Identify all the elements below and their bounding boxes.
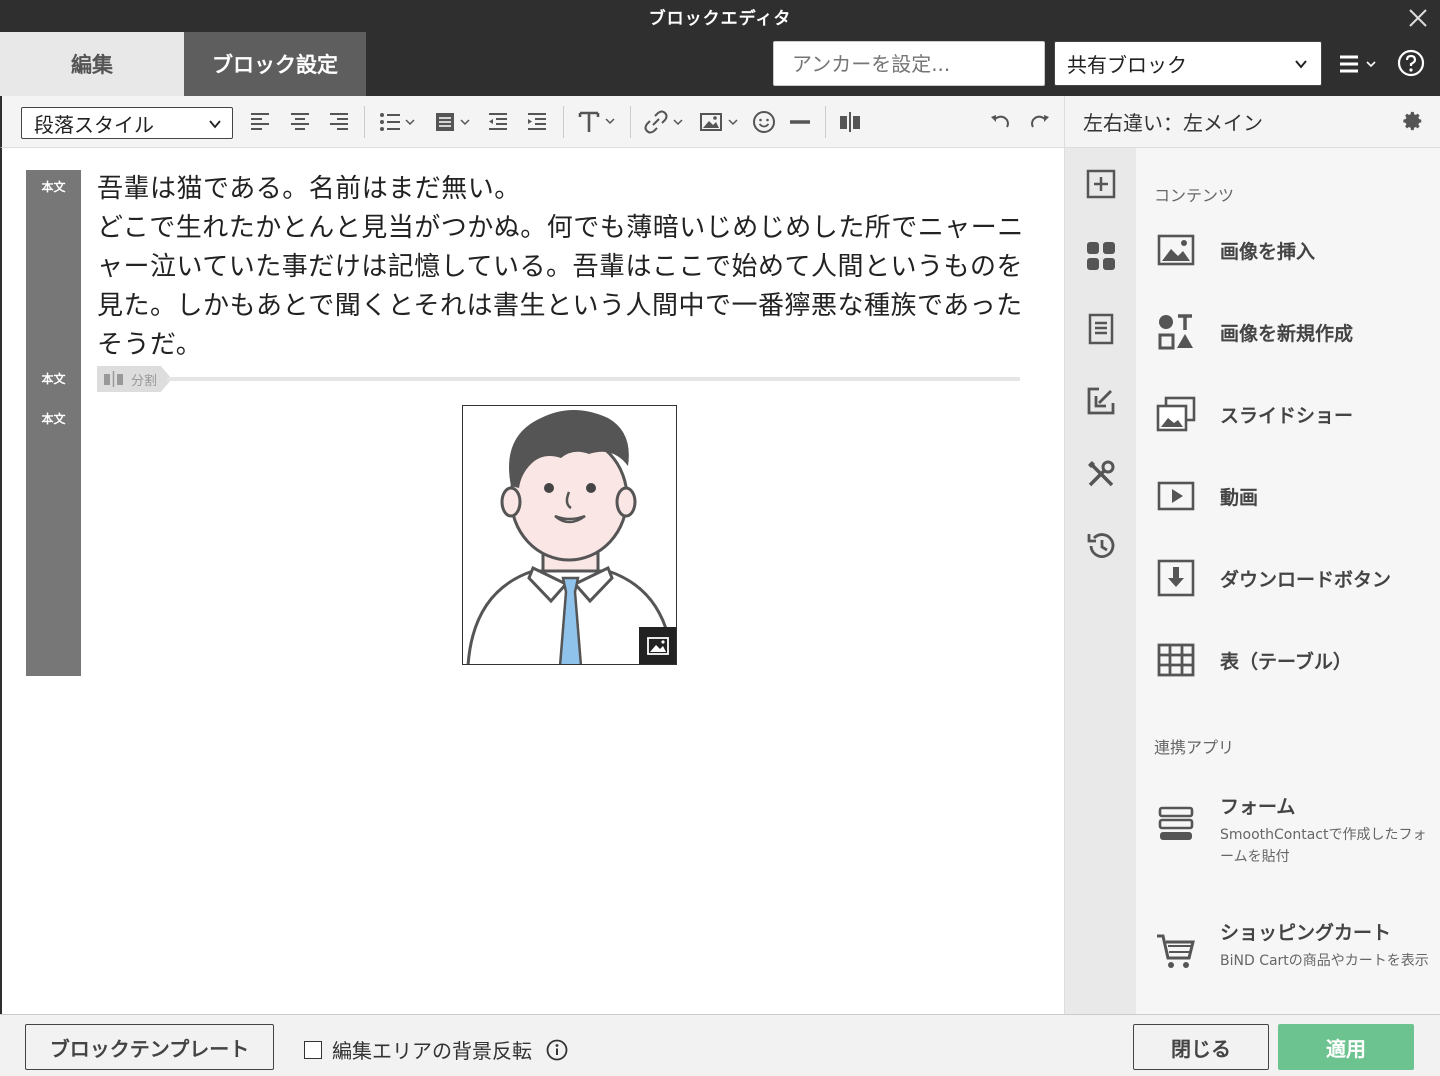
image-icon[interactable]: [699, 109, 741, 135]
paragraph-style-select[interactable]: 段落スタイル: [21, 107, 233, 139]
add-block-icon[interactable]: [1085, 168, 1117, 200]
align-center-icon[interactable]: [288, 109, 312, 135]
close-icon[interactable]: [1404, 4, 1432, 32]
invert-bg-label: 編集エリアの背景反転: [332, 1039, 532, 1063]
document-icon[interactable]: [1085, 313, 1117, 345]
align-left-icon[interactable]: [248, 109, 272, 135]
split-icon: [104, 371, 123, 387]
layout-title: 左右違い：左メイン: [1083, 111, 1263, 135]
menu-button[interactable]: [1338, 50, 1382, 78]
paragraph-line: どこで生れたかとんと見当がつかぬ。何でも薄暗いじめじめした所でニャーニャー泣いて…: [97, 213, 1024, 360]
split-divider-line: [167, 377, 1020, 381]
chevron-down-icon: [209, 120, 221, 129]
shared-block-select[interactable]: 共有ブロック: [1054, 41, 1322, 86]
slideshow-item[interactable]: スライドショー: [1156, 384, 1436, 444]
video-label: 動画: [1220, 486, 1259, 509]
video-item[interactable]: 動画: [1156, 466, 1436, 526]
gutter-label: 本文: [41, 180, 66, 194]
chevron-down-icon: [1366, 61, 1376, 68]
download-icon: [1157, 559, 1195, 597]
horizontal-rule-icon[interactable]: [788, 109, 812, 135]
gear-icon[interactable]: [1402, 110, 1424, 136]
tab-block-settings[interactable]: ブロック設定: [184, 32, 366, 96]
create-image-item[interactable]: 画像を新規作成: [1156, 302, 1436, 362]
help-icon[interactable]: [1396, 48, 1426, 78]
history-icon[interactable]: [1085, 530, 1117, 562]
split-label: 分割: [131, 373, 158, 389]
gutter-label: 本文: [41, 372, 66, 386]
editor-area[interactable]: 本文 本文 本文 吾輩は猫である。名前はまだ無い。 どこで生れたかとんと見当がつ…: [0, 148, 1064, 1014]
block-template-button[interactable]: ブロックテンプレート: [25, 1024, 274, 1070]
format-toolbar: 段落スタイル: [0, 96, 1064, 148]
split-divider-tag[interactable]: 分割: [97, 366, 172, 392]
form-description: SmoothContactで作成したフォームを貼付: [1220, 827, 1427, 865]
image-edit-icon[interactable]: [639, 627, 676, 664]
shopping-cart-label: ショッピングカート: [1220, 922, 1392, 944]
slideshow-icon: [1156, 396, 1196, 432]
text-style-icon[interactable]: [577, 109, 619, 135]
shopping-cart-description: BiND Cartの商品やカートを表示: [1220, 953, 1429, 969]
paragraph-text[interactable]: 吾輩は猫である。名前はまだ無い。 どこで生れたかとんと見当がつかぬ。何でも薄暗い…: [97, 170, 1042, 365]
anchor-input[interactable]: [773, 41, 1045, 86]
download-button-label: ダウンロードボタン: [1220, 568, 1392, 591]
editor-header: ブロックエディタ 編集 ブロック設定 共有ブロック: [0, 0, 1440, 96]
block-gutter: 本文 本文 本文: [26, 170, 81, 676]
download-button-item[interactable]: ダウンロードボタン: [1156, 548, 1436, 608]
table-label: 表（テーブル）: [1220, 650, 1352, 673]
slideshow-label: スライドショー: [1220, 404, 1354, 427]
parts-panel: コンテンツ 画像を挿入 画像を新規作成 スライドショー 動画 ダウンロードボタン…: [1136, 148, 1440, 1014]
indent-icon[interactable]: [525, 109, 549, 135]
undo-icon[interactable]: [988, 109, 1012, 135]
hamburger-icon: [1340, 55, 1358, 73]
gutter-label: 本文: [41, 412, 66, 426]
invert-bg-toggle[interactable]: 編集エリアの背景反転: [304, 1035, 568, 1064]
contents-section-title: コンテンツ: [1154, 186, 1235, 205]
close-button[interactable]: 閉じる: [1133, 1024, 1269, 1070]
insert-image-label: 画像を挿入: [1220, 240, 1316, 263]
parts-grid-icon[interactable]: [1085, 240, 1117, 272]
panel-header: 左右違い：左メイン: [1064, 96, 1440, 148]
form-icon: [1158, 806, 1194, 840]
create-image-label: 画像を新規作成: [1220, 322, 1354, 345]
emoji-icon[interactable]: [752, 109, 776, 135]
block-icon[interactable]: [434, 109, 474, 135]
table-icon: [1157, 643, 1195, 677]
apply-button[interactable]: 適用: [1278, 1024, 1414, 1070]
form-label: フォーム: [1220, 796, 1296, 818]
shapes-icon: [1158, 314, 1193, 350]
panel-icon-rail: [1064, 148, 1136, 1014]
shared-block-select-value: 共有ブロック: [1067, 53, 1187, 77]
list-icon[interactable]: [378, 109, 418, 135]
tab-edit[interactable]: 編集: [0, 32, 184, 96]
shopping-cart-item[interactable]: ショッピングカート BiND Cartの商品やカートを表示: [1156, 918, 1440, 1008]
link-icon[interactable]: [644, 109, 686, 135]
import-icon[interactable]: [1085, 385, 1117, 417]
paragraph-style-value: 段落スタイル: [34, 112, 154, 137]
redo-icon[interactable]: [1028, 109, 1052, 135]
table-item[interactable]: 表（テーブル）: [1156, 630, 1436, 690]
tools-icon[interactable]: [1085, 458, 1117, 490]
chevron-down-icon: [1295, 60, 1307, 69]
footer-bar: ブロックテンプレート 編集エリアの背景反転 閉じる 適用: [0, 1014, 1440, 1076]
align-right-icon[interactable]: [327, 109, 351, 135]
insert-image-item[interactable]: 画像を挿入: [1156, 220, 1436, 280]
window-title: ブロックエディタ: [648, 9, 792, 29]
video-icon: [1157, 481, 1195, 511]
info-icon[interactable]: [546, 1039, 568, 1061]
person-image[interactable]: [462, 405, 677, 665]
form-item[interactable]: フォーム SmoothContactで作成したフォームを貼付: [1156, 792, 1440, 882]
image-icon: [1157, 234, 1195, 266]
paragraph-line: 吾輩は猫である。名前はまだ無い。: [97, 174, 521, 204]
outdent-icon[interactable]: [486, 109, 510, 135]
apps-section-title: 連携アプリ: [1154, 738, 1235, 757]
invert-bg-checkbox[interactable]: [304, 1040, 322, 1059]
cart-icon: [1157, 934, 1195, 968]
split-icon[interactable]: [838, 109, 862, 135]
